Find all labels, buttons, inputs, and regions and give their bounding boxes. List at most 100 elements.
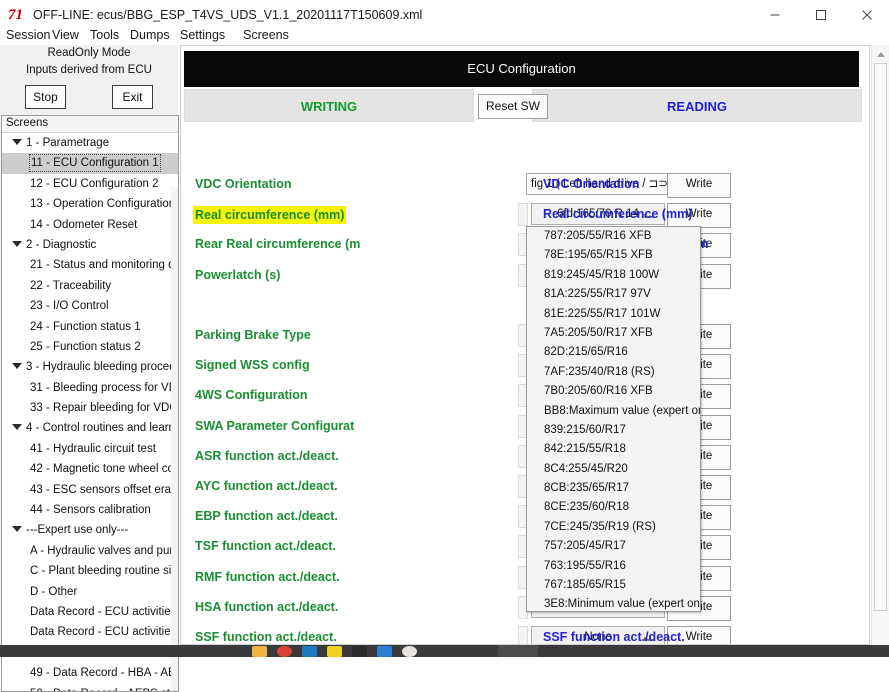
exit-button[interactable]: Exit: [112, 85, 153, 109]
sidebar-item-11[interactable]: 3 - Hydraulic bleeding procedure: [2, 357, 178, 377]
sidebar-item-20[interactable]: A - Hydraulic valves and pump: [2, 541, 178, 561]
sidebar-item-24[interactable]: Data Record - ECU activities (2: [2, 622, 178, 642]
chevron-down-icon[interactable]: [12, 241, 22, 247]
sidebar-item-10[interactable]: 25 - Function status 2: [2, 337, 178, 357]
sidebar-item-27[interactable]: 50 - Data Record - AEBS strong: [2, 684, 178, 692]
chevron-down-icon[interactable]: [12, 526, 22, 532]
scroll-up-arrow-icon[interactable]: [872, 45, 889, 62]
notepad-icon[interactable]: [327, 646, 342, 657]
sidebar-item-label: D - Other: [30, 586, 77, 598]
sidebar-item-12[interactable]: 31 - Bleeding process for VDC: [2, 378, 178, 398]
writing-label-6: Signed WSS config: [195, 357, 310, 373]
sidebar-item-21[interactable]: C - Plant bleeding routine sim: [2, 561, 178, 581]
dropdown-option-17[interactable]: 763:195/55/R16: [527, 557, 700, 576]
explorer-icon[interactable]: [377, 646, 392, 657]
chevron-down-icon[interactable]: [12, 139, 22, 145]
sidebar-item-19[interactable]: ---Expert use only---: [2, 520, 178, 540]
terminal-icon[interactable]: [352, 646, 367, 657]
reset-sw-button[interactable]: Reset SW: [478, 94, 548, 119]
sidebar-item-18[interactable]: 44 - Sensors calibration: [2, 500, 178, 520]
menu-item-settings[interactable]: Settings: [180, 25, 225, 45]
reading-column-header: READING: [532, 89, 862, 122]
close-icon: [862, 10, 873, 21]
dropdown-option-14[interactable]: 8CE:235/60/R18: [527, 498, 700, 517]
main-vertical-scrollbar[interactable]: [871, 45, 889, 645]
writing-row-scroll-strip-15[interactable]: [518, 626, 528, 645]
writing-row-scroll-strip-1[interactable]: [518, 203, 528, 226]
dropdown-option-2[interactable]: 819:245/45/R18 100W: [527, 266, 700, 285]
sidebar-item-22[interactable]: D - Other: [2, 582, 178, 602]
sidebar-item-4[interactable]: 14 - Odometer Reset: [2, 215, 178, 235]
reading-label-1: Real circumference (mm): [543, 206, 692, 222]
dropdown-option-12[interactable]: 8C4:255/45/R20: [527, 460, 700, 479]
dropdown-option-5[interactable]: 7A5:205/50/R17 XFB: [527, 324, 700, 343]
screens-tree[interactable]: 1 - Parametrage 11 - ECU Configuration 1 1…: [2, 133, 178, 689]
store-icon[interactable]: [302, 646, 317, 657]
sidebar-item-14[interactable]: 4 - Control routines and learning c: [2, 418, 178, 438]
sidebar-item-label: 11 - ECU Configuration 1: [30, 155, 160, 171]
taskbar: [0, 645, 889, 657]
scrollbar-thumb[interactable]: [874, 63, 887, 611]
sidebar-item-26[interactable]: 49 - Data Record - HBA - AEBS: [2, 663, 178, 683]
sidebar-item-label: 44 - Sensors calibration: [30, 504, 151, 516]
sidebar-item-8[interactable]: 23 - I/O Control: [2, 296, 178, 316]
dropdown-option-7[interactable]: 7AF:235/40/R18 (RS): [527, 363, 700, 382]
sidebar-item-7[interactable]: 22 - Traceability: [2, 276, 178, 296]
write-button-0[interactable]: Write: [667, 173, 731, 198]
dropdown-option-18[interactable]: 767:185/65/R15: [527, 576, 700, 595]
left-control-panel: ReadOnly Mode Inputs derived from ECU St…: [0, 45, 178, 645]
clock-icon[interactable]: [402, 646, 417, 657]
sidebar-item-17[interactable]: 43 - ESC sensors offset erasing: [2, 480, 178, 500]
chevron-down-icon[interactable]: [12, 424, 22, 430]
sidebar-item-5[interactable]: 2 - Diagnostic: [2, 235, 178, 255]
folder-icon[interactable]: [252, 646, 267, 657]
writing-label-8: SWA Parameter Configurat: [195, 418, 354, 434]
dropdown-option-13[interactable]: 8CB:235/65/R17: [527, 479, 700, 498]
circumference-dropdown-list[interactable]: 787:205/55/R16 XFB78E:195/65/R15 XFB819:…: [526, 226, 701, 612]
dropdown-option-19[interactable]: 3E8:Minimum value (expert only): [527, 595, 700, 612]
dropdown-option-9[interactable]: BB8:Maximum value (expert only): [527, 402, 700, 421]
sidebar-item-15[interactable]: 41 - Hydraulic circuit test: [2, 439, 178, 459]
dropdown-option-16[interactable]: 757:205/45/R17: [527, 537, 700, 556]
writing-label-9: ASR function act./deact.: [195, 448, 339, 464]
menu-item-screens[interactable]: Screens: [243, 25, 289, 45]
sidebar-item-label: 12 - ECU Configuration 2: [30, 178, 158, 190]
dropdown-option-0[interactable]: 787:205/55/R16 XFB: [527, 227, 700, 246]
menu-item-tools[interactable]: Tools: [90, 25, 119, 45]
sidebar-item-1[interactable]: 11 - ECU Configuration 1: [2, 153, 178, 173]
sidebar-item-label: 49 - Data Record - HBA - AEBS: [30, 667, 178, 679]
writing-label-1: Real circumference (mm): [193, 206, 346, 224]
dropdown-option-1[interactable]: 78E:195/65/R15 XFB: [527, 246, 700, 265]
dropdown-option-4[interactable]: 81E:225/55/R17 101W: [527, 305, 700, 324]
writing-label-13: RMF function act./deact.: [195, 569, 339, 585]
sidebar-item-3[interactable]: 13 - Operation Configuration: [2, 194, 178, 214]
menu-item-session[interactable]: Session: [6, 25, 50, 45]
sidebar-item-0[interactable]: 1 - Parametrage: [2, 133, 178, 153]
writing-label-5: Parking Brake Type: [195, 327, 311, 343]
sidebar-item-23[interactable]: Data Record - ECU activities (1: [2, 602, 178, 622]
chrome-icon[interactable]: [277, 646, 292, 657]
sidebar-item-13[interactable]: 33 - Repair bleeding for VDC w: [2, 398, 178, 418]
chevron-down-icon[interactable]: [12, 363, 22, 369]
sidebar-item-label: 13 - Operation Configuration: [30, 198, 175, 210]
readonly-mode-label: ReadOnly Mode: [0, 47, 178, 59]
sidebar-item-6[interactable]: 21 - Status and monitoring dat: [2, 255, 178, 275]
dropdown-option-15[interactable]: 7CE:245/35/R19 (RS): [527, 518, 700, 537]
sidebar-item-label: 23 - I/O Control: [30, 300, 109, 312]
reading-label-0: VDC Orientation: [543, 176, 640, 192]
inputs-source-label: Inputs derived from ECU: [0, 64, 178, 76]
stop-button[interactable]: Stop: [25, 85, 66, 109]
dropdown-option-8[interactable]: 7B0:205/60/R16 XFB: [527, 382, 700, 401]
sidebar-item-16[interactable]: 42 - Magnetic tone wheel cont: [2, 459, 178, 479]
sidebar-item-2[interactable]: 12 - ECU Configuration 2: [2, 174, 178, 194]
dropdown-option-3[interactable]: 81A:225/55/R17 97V: [527, 285, 700, 304]
taskbar-active-window[interactable]: [498, 645, 538, 657]
sidebar-item-label: 31 - Bleeding process for VDC: [30, 382, 178, 394]
dropdown-option-11[interactable]: 842:215/55/R18: [527, 440, 700, 459]
menu-item-view[interactable]: View: [52, 25, 79, 45]
screens-tree-scrollbar[interactable]: [171, 187, 178, 692]
menu-item-dumps[interactable]: Dumps: [130, 25, 170, 45]
dropdown-option-10[interactable]: 839:215/60/R17: [527, 421, 700, 440]
dropdown-option-6[interactable]: 82D:215/65/R16: [527, 343, 700, 362]
sidebar-item-9[interactable]: 24 - Function status 1: [2, 317, 178, 337]
